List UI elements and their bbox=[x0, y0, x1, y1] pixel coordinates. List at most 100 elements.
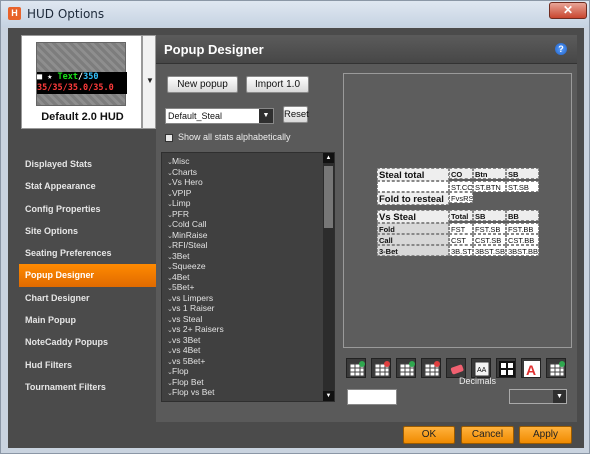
popup-grid-cell[interactable]: ST.BTN bbox=[473, 181, 506, 192]
stat-tree-item[interactable]: ⌄Squeeze bbox=[162, 261, 206, 272]
help-icon[interactable]: ? bbox=[555, 43, 567, 55]
stat-tree-item[interactable]: ⌄Flop bbox=[162, 366, 189, 377]
text-color-icon[interactable]: A bbox=[521, 358, 541, 378]
popup-grid-cell[interactable]: 3B.ST bbox=[449, 245, 473, 256]
stat-tree-item[interactable]: ⌄Flop Bet bbox=[162, 377, 204, 388]
client-area: ■ ★ Text/350 35/35/35.0/35.0 Default 2.0… bbox=[8, 28, 584, 448]
stat-tree-item[interactable]: ⌄Cold Call bbox=[162, 219, 207, 230]
stat-tree-item[interactable]: ⌄Vs Hero bbox=[162, 177, 203, 188]
sidebar-item-config-properties[interactable]: Config Properties bbox=[19, 198, 156, 220]
popup-grid-cell[interactable]: CST bbox=[449, 234, 473, 245]
popup-grid-cell[interactable]: Call bbox=[377, 234, 449, 245]
popup-grid-cell[interactable]: FvsRS bbox=[449, 192, 473, 203]
add-column-icon[interactable] bbox=[396, 358, 416, 378]
sidebar-item-stat-appearance[interactable]: Stat Appearance bbox=[19, 175, 156, 197]
sidebar-item-notecaddy-popups[interactable]: NoteCaddy Popups bbox=[19, 331, 156, 353]
stat-tree-item[interactable]: ⌄vs 3Bet bbox=[162, 335, 200, 346]
sidebar-item-main-popup[interactable]: Main Popup bbox=[19, 309, 156, 331]
stat-tree-list[interactable]: ⌄Misc ⌄Charts ⌄Vs Hero ⌄VPIP ⌄Limp ⌄PFR ⌄Cold … bbox=[161, 152, 335, 402]
sidebar-item-seating-preferences[interactable]: Seating Preferences bbox=[19, 242, 156, 264]
popup-grid-cell[interactable]: SB bbox=[506, 168, 539, 179]
scroll-down-icon[interactable]: ▼ bbox=[323, 391, 334, 401]
ok-button[interactable]: OK bbox=[403, 426, 455, 444]
stat-tree-item[interactable]: ⌄Flop vs Bet bbox=[162, 387, 215, 398]
import-button[interactable]: Import 1.0 bbox=[246, 76, 309, 93]
stat-tree-item-label: vs 4Bet bbox=[172, 345, 201, 355]
stat-tree-item[interactable]: ⌄vs 5Bet+ bbox=[162, 356, 205, 367]
popup-grid-cell[interactable]: ST.SB bbox=[506, 181, 539, 192]
stat-tree-item[interactable]: ⌄5Bet+ bbox=[162, 282, 194, 293]
sidebar-item-hud-filters[interactable]: Hud Filters bbox=[19, 354, 156, 376]
popup-grid-cell[interactable]: Fold to resteal bbox=[377, 192, 449, 205]
popup-select[interactable]: Default_Steal ▼ bbox=[165, 108, 274, 124]
popup-grid-cell[interactable]: CST.SB bbox=[473, 234, 506, 245]
scroll-up-icon[interactable]: ▲ bbox=[323, 153, 334, 163]
popup-grid-cell[interactable]: 3BST.BB bbox=[506, 245, 539, 256]
svg-text:A: A bbox=[526, 362, 536, 377]
popup-grid-cell[interactable]: CO bbox=[449, 168, 473, 179]
popup-grid-cell[interactable]: ST.CO bbox=[449, 181, 473, 192]
stat-tree-item-label: 5Bet+ bbox=[172, 282, 195, 292]
stat-tree-item[interactable]: ⌄RFI/Steal bbox=[162, 240, 207, 251]
popup-grid-cell[interactable]: Vs Steal bbox=[377, 210, 449, 223]
font-size-icon[interactable]: AA bbox=[471, 358, 491, 378]
stat-tree-item[interactable]: ⌄3Bet bbox=[162, 251, 190, 262]
title-bar: H HUD Options ✕ bbox=[1, 1, 589, 27]
stat-tree-item[interactable]: ⌄PFR bbox=[162, 209, 189, 220]
stat-tree-item[interactable]: ⌄Charts bbox=[162, 167, 197, 178]
sidebar-item-site-options[interactable]: Site Options bbox=[19, 220, 156, 242]
show-all-stats-checkbox[interactable] bbox=[165, 134, 173, 142]
cell-text-input[interactable] bbox=[347, 389, 397, 405]
stat-tree-item[interactable]: ⌄vs 4Bet bbox=[162, 345, 200, 356]
sidebar-item-displayed-stats[interactable]: Displayed Stats bbox=[19, 153, 156, 175]
stat-tree-item[interactable]: ⌄MinRaise bbox=[162, 230, 207, 241]
delete-row-icon[interactable] bbox=[371, 358, 391, 378]
popup-grid-cell[interactable]: FST.BB bbox=[506, 223, 539, 234]
popup-grid-cell[interactable] bbox=[377, 181, 449, 192]
popup-grid-cell[interactable]: Total bbox=[449, 210, 473, 221]
hud-preview-card[interactable]: ■ ★ Text/350 35/35/35.0/35.0 Default 2.0… bbox=[21, 35, 142, 129]
hud-select-dropdown[interactable]: ▼ bbox=[142, 35, 156, 129]
popup-grid-cell[interactable]: FST bbox=[449, 223, 473, 234]
stat-list-scrollbar[interactable]: ▲ ▼ bbox=[323, 153, 334, 401]
sidebar-item-popup-designer[interactable]: Popup Designer bbox=[19, 264, 156, 287]
popup-grid-row: Call CST CST.SB CST.BB bbox=[377, 234, 539, 245]
popup-grid-cell[interactable]: Fold bbox=[377, 223, 449, 234]
delete-column-icon[interactable] bbox=[421, 358, 441, 378]
popup-grid-cell[interactable]: BB bbox=[506, 210, 539, 221]
popup-grid-cell[interactable]: 3-Bet bbox=[377, 245, 449, 256]
stat-tree-item[interactable]: ⌄Misc bbox=[162, 156, 189, 167]
merge-cells-icon[interactable] bbox=[546, 358, 566, 378]
stat-tree-item[interactable]: ⌄vs 2+ Raisers bbox=[162, 324, 224, 335]
popup-grid-cell[interactable]: 3BST.SB bbox=[473, 245, 506, 256]
popup-stat-grid[interactable]: Steal total CO Btn SB ST.CO ST.BTN ST.SB Fold t… bbox=[377, 168, 539, 256]
popup-grid-row: ST.CO ST.BTN ST.SB bbox=[377, 181, 539, 192]
popup-grid-cell[interactable]: FST.SB bbox=[473, 223, 506, 234]
new-popup-button[interactable]: New popup bbox=[167, 76, 238, 93]
reset-button[interactable]: Reset bbox=[283, 106, 309, 123]
stat-tree-item[interactable]: ⌄Limp bbox=[162, 198, 190, 209]
popup-grid-cell[interactable]: SB bbox=[473, 210, 506, 221]
popup-grid-cell[interactable]: Steal total bbox=[377, 168, 449, 181]
stat-tree-item-label: PFR bbox=[172, 208, 189, 219]
sidebar-item-chart-designer[interactable]: Chart Designer bbox=[19, 287, 156, 309]
stat-tree-item-label: vs 1 Raiser bbox=[172, 303, 215, 313]
eraser-icon[interactable] bbox=[446, 358, 466, 378]
window-title: HUD Options bbox=[27, 7, 105, 21]
apply-button[interactable]: Apply bbox=[519, 426, 572, 444]
add-row-icon[interactable] bbox=[346, 358, 366, 378]
close-button[interactable]: ✕ bbox=[549, 2, 587, 19]
cancel-button[interactable]: Cancel bbox=[461, 426, 514, 444]
stat-tree-item[interactable]: ⌄vs Limpers bbox=[162, 293, 213, 304]
borders-icon[interactable] bbox=[496, 358, 516, 378]
popup-design-canvas[interactable]: Steal total CO Btn SB ST.CO ST.BTN ST.SB Fold t… bbox=[343, 73, 572, 348]
sidebar-item-tournament-filters[interactable]: Tournament Filters bbox=[19, 376, 156, 398]
decimals-select[interactable]: ▼ bbox=[509, 389, 567, 404]
stat-tree-item[interactable]: ⌄vs 1 Raiser bbox=[162, 303, 215, 314]
popup-grid-cell[interactable]: Btn bbox=[473, 168, 506, 179]
stat-tree-item[interactable]: ⌄vs Steal bbox=[162, 314, 202, 325]
stat-tree-item[interactable]: ⌄VPIP bbox=[162, 188, 191, 199]
scroll-thumb[interactable] bbox=[324, 166, 333, 228]
popup-grid-cell[interactable]: CST.BB bbox=[506, 234, 539, 245]
stat-tree-item[interactable]: ⌄4Bet bbox=[162, 272, 190, 283]
